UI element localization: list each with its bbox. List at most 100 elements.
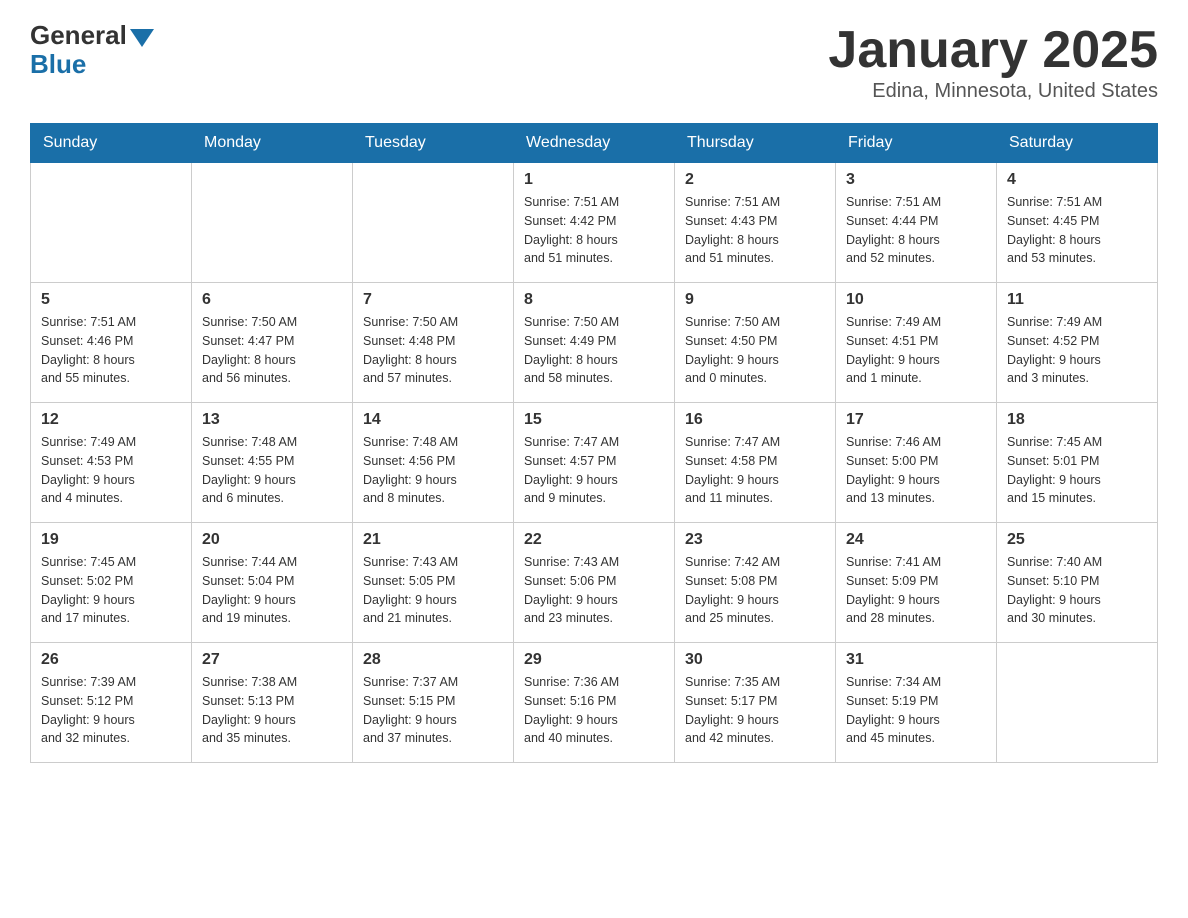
calendar-day-6: 6 Sunrise: 7:50 AMSunset: 4:47 PMDaylight…: [192, 283, 353, 403]
calendar-day-31: 31Sunrise: 7:34 AMSunset: 5:19 PMDayligh…: [836, 643, 997, 763]
calendar-day-20: 20 Sunrise: 7:44 AMSunset: 5:04 PMDayligh…: [192, 523, 353, 643]
logo-general-text: General: [30, 20, 127, 51]
calendar-day-7: 7Sunrise: 7:50 AMSunset: 4:48 PMDaylight…: [353, 283, 514, 403]
day-info: Sunrise: 7:51 AMSunset: 4:43 PMDaylight:…: [685, 193, 825, 268]
calendar-day-9: 9 Sunrise: 7:50 AMSunset: 4:50 PMDaylight…: [675, 283, 836, 403]
day-info: Sunrise: 7:38 AMSunset: 5:13 PMDaylight:…: [202, 673, 342, 748]
calendar-day-14: 14 Sunrise: 7:48 AMSunset: 4:56 PMDayligh…: [353, 403, 514, 523]
day-info: Sunrise: 7:45 AMSunset: 5:01 PMDaylight:…: [1007, 433, 1147, 508]
day-info: Sunrise: 7:42 AMSunset: 5:08 PMDaylight:…: [685, 553, 825, 628]
calendar-week-5: 26 Sunrise: 7:39 AMSunset: 5:12 PMDayligh…: [31, 643, 1158, 763]
day-info: Sunrise: 7:50 AMSunset: 4:47 PMDaylight:…: [202, 313, 342, 388]
day-info: Sunrise: 7:49 AMSunset: 4:53 PMDaylight:…: [41, 433, 181, 508]
calendar-day-18: 18 Sunrise: 7:45 AMSunset: 5:01 PMDayligh…: [997, 403, 1158, 523]
day-info: Sunrise: 7:51 AMSunset: 4:46 PMDaylight:…: [41, 313, 181, 388]
day-number: 10: [846, 291, 986, 309]
day-info: Sunrise: 7:49 AMSunset: 4:51 PMDaylight:…: [846, 313, 986, 388]
calendar-day-17: 17Sunrise: 7:46 AMSunset: 5:00 PMDayligh…: [836, 403, 997, 523]
day-number: 13: [202, 411, 342, 429]
weekday-header-thursday: Thursday: [675, 124, 836, 163]
day-number: 20: [202, 531, 342, 549]
day-info: Sunrise: 7:43 AMSunset: 5:05 PMDaylight:…: [363, 553, 503, 628]
calendar-day-21: 21 Sunrise: 7:43 AMSunset: 5:05 PMDayligh…: [353, 523, 514, 643]
day-number: 25: [1007, 531, 1147, 549]
calendar-day-11: 11Sunrise: 7:49 AMSunset: 4:52 PMDayligh…: [997, 283, 1158, 403]
day-info: Sunrise: 7:46 AMSunset: 5:00 PMDaylight:…: [846, 433, 986, 508]
logo-blue-text: Blue: [30, 49, 86, 80]
calendar-day-12: 12Sunrise: 7:49 AMSunset: 4:53 PMDayligh…: [31, 403, 192, 523]
calendar-empty-cell: [192, 163, 353, 283]
weekday-header-friday: Friday: [836, 124, 997, 163]
day-number: 16: [685, 411, 825, 429]
day-number: 26: [41, 651, 181, 669]
day-number: 9: [685, 291, 825, 309]
calendar-day-30: 30Sunrise: 7:35 AMSunset: 5:17 PMDayligh…: [675, 643, 836, 763]
calendar-day-29: 29 Sunrise: 7:36 AMSunset: 5:16 PMDayligh…: [514, 643, 675, 763]
weekday-header-saturday: Saturday: [997, 124, 1158, 163]
day-number: 28: [363, 651, 503, 669]
day-number: 19: [41, 531, 181, 549]
day-info: Sunrise: 7:44 AMSunset: 5:04 PMDaylight:…: [202, 553, 342, 628]
day-info: Sunrise: 7:51 AMSunset: 4:44 PMDaylight:…: [846, 193, 986, 268]
day-number: 27: [202, 651, 342, 669]
weekday-header-tuesday: Tuesday: [353, 124, 514, 163]
day-info: Sunrise: 7:48 AMSunset: 4:55 PMDaylight:…: [202, 433, 342, 508]
title-section: January 2025 Edina, Minnesota, United St…: [828, 20, 1158, 103]
day-info: Sunrise: 7:41 AMSunset: 5:09 PMDaylight:…: [846, 553, 986, 628]
day-number: 6: [202, 291, 342, 309]
calendar-day-3: 3 Sunrise: 7:51 AMSunset: 4:44 PMDaylight…: [836, 163, 997, 283]
day-info: Sunrise: 7:37 AMSunset: 5:15 PMDaylight:…: [363, 673, 503, 748]
day-number: 1: [524, 171, 664, 189]
calendar-empty-cell: [353, 163, 514, 283]
page-header: General Blue January 2025 Edina, Minneso…: [30, 20, 1158, 103]
calendar-day-25: 25Sunrise: 7:40 AMSunset: 5:10 PMDayligh…: [997, 523, 1158, 643]
day-info: Sunrise: 7:39 AMSunset: 5:12 PMDaylight:…: [41, 673, 181, 748]
day-info: Sunrise: 7:48 AMSunset: 4:56 PMDaylight:…: [363, 433, 503, 508]
day-info: Sunrise: 7:51 AMSunset: 4:45 PMDaylight:…: [1007, 193, 1147, 268]
calendar-week-1: 1 Sunrise: 7:51 AMSunset: 4:42 PMDaylight…: [31, 163, 1158, 283]
day-info: Sunrise: 7:47 AMSunset: 4:57 PMDaylight:…: [524, 433, 664, 508]
day-info: Sunrise: 7:36 AMSunset: 5:16 PMDaylight:…: [524, 673, 664, 748]
calendar-day-2: 2 Sunrise: 7:51 AMSunset: 4:43 PMDaylight…: [675, 163, 836, 283]
calendar-week-2: 5 Sunrise: 7:51 AMSunset: 4:46 PMDaylight…: [31, 283, 1158, 403]
day-info: Sunrise: 7:45 AMSunset: 5:02 PMDaylight:…: [41, 553, 181, 628]
day-number: 8: [524, 291, 664, 309]
calendar-day-22: 22Sunrise: 7:43 AMSunset: 5:06 PMDayligh…: [514, 523, 675, 643]
day-number: 21: [363, 531, 503, 549]
day-info: Sunrise: 7:47 AMSunset: 4:58 PMDaylight:…: [685, 433, 825, 508]
calendar-day-8: 8Sunrise: 7:50 AMSunset: 4:49 PMDaylight…: [514, 283, 675, 403]
day-number: 15: [524, 411, 664, 429]
calendar-day-24: 24 Sunrise: 7:41 AMSunset: 5:09 PMDayligh…: [836, 523, 997, 643]
calendar-day-15: 15 Sunrise: 7:47 AMSunset: 4:57 PMDayligh…: [514, 403, 675, 523]
day-number: 2: [685, 171, 825, 189]
day-number: 18: [1007, 411, 1147, 429]
day-number: 24: [846, 531, 986, 549]
calendar-day-23: 23 Sunrise: 7:42 AMSunset: 5:08 PMDayligh…: [675, 523, 836, 643]
weekday-header-wednesday: Wednesday: [514, 124, 675, 163]
logo: General Blue: [30, 20, 154, 80]
day-number: 29: [524, 651, 664, 669]
calendar-week-4: 19 Sunrise: 7:45 AMSunset: 5:02 PMDayligh…: [31, 523, 1158, 643]
day-info: Sunrise: 7:50 AMSunset: 4:50 PMDaylight:…: [685, 313, 825, 388]
calendar-day-27: 27 Sunrise: 7:38 AMSunset: 5:13 PMDayligh…: [192, 643, 353, 763]
day-info: Sunrise: 7:51 AMSunset: 4:42 PMDaylight:…: [524, 193, 664, 268]
weekday-header-monday: Monday: [192, 124, 353, 163]
logo-triangle-icon: [130, 29, 154, 47]
calendar-day-1: 1 Sunrise: 7:51 AMSunset: 4:42 PMDaylight…: [514, 163, 675, 283]
weekday-header-row: SundayMondayTuesdayWednesdayThursdayFrid…: [31, 124, 1158, 163]
calendar-day-19: 19 Sunrise: 7:45 AMSunset: 5:02 PMDayligh…: [31, 523, 192, 643]
day-number: 4: [1007, 171, 1147, 189]
day-number: 23: [685, 531, 825, 549]
calendar-empty-cell: [997, 643, 1158, 763]
day-number: 3: [846, 171, 986, 189]
location-text: Edina, Minnesota, United States: [828, 80, 1158, 103]
calendar-day-13: 13 Sunrise: 7:48 AMSunset: 4:55 PMDayligh…: [192, 403, 353, 523]
day-number: 14: [363, 411, 503, 429]
calendar-week-3: 12Sunrise: 7:49 AMSunset: 4:53 PMDayligh…: [31, 403, 1158, 523]
day-number: 31: [846, 651, 986, 669]
day-info: Sunrise: 7:50 AMSunset: 4:48 PMDaylight:…: [363, 313, 503, 388]
day-number: 5: [41, 291, 181, 309]
calendar-day-16: 16 Sunrise: 7:47 AMSunset: 4:58 PMDayligh…: [675, 403, 836, 523]
day-info: Sunrise: 7:49 AMSunset: 4:52 PMDaylight:…: [1007, 313, 1147, 388]
month-title: January 2025: [828, 20, 1158, 80]
